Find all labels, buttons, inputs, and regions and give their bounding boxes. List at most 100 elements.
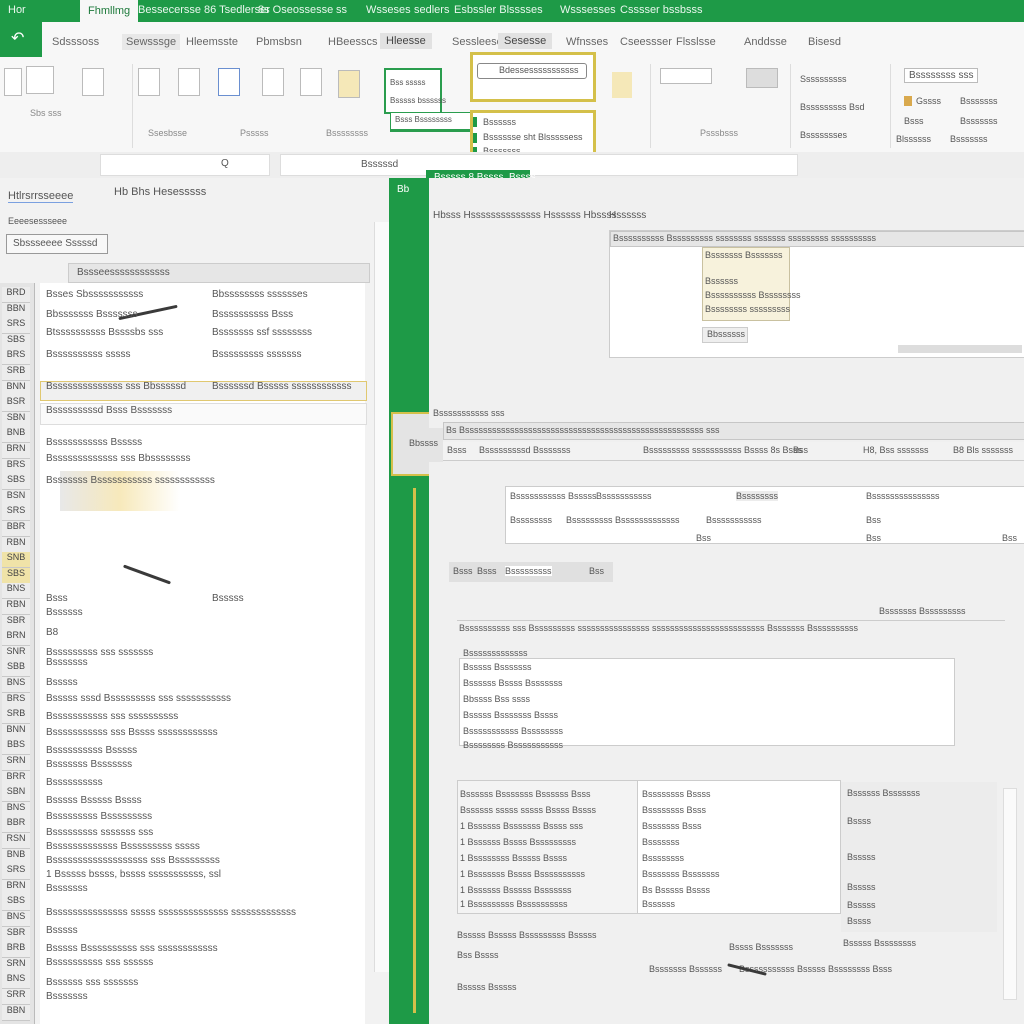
footer-item[interactable]: Bss Bssss — [457, 950, 499, 960]
toolbar-item[interactable]: Bss — [793, 445, 808, 455]
row-header[interactable]: BRN — [2, 630, 30, 647]
name-box[interactable]: Q — [100, 154, 270, 176]
table-cell[interactable]: Bssssssss Bsss — [642, 805, 706, 815]
footer-item[interactable]: Bssss Bsssssss — [729, 942, 793, 952]
list-row-text[interactable]: Btssssssssss Bssssbs sss — [46, 327, 163, 338]
ribbon-tab[interactable]: Sewsssge — [122, 34, 181, 50]
row-header[interactable]: SRR — [2, 989, 30, 1005]
ribbon-tab[interactable]: Cseessser — [620, 36, 672, 48]
ribbon-item[interactable]: Blssssss — [896, 134, 931, 144]
right-col-item[interactable]: Bsssss — [847, 882, 876, 892]
ribbon-tab[interactable]: Hleemsste — [186, 36, 238, 48]
dropdown-footer[interactable]: Bbssssss — [702, 327, 748, 343]
table-cell[interactable]: Bssssss Bsssssss Bssssss Bsss — [460, 789, 591, 799]
ribbon-tab[interactable]: Anddsse — [744, 36, 787, 48]
ribbon-group-title[interactable]: Bssssssss sss — [904, 68, 979, 83]
row-header[interactable]: BNS — [2, 973, 30, 990]
title-item[interactable]: sedlers — [414, 4, 449, 16]
row-header[interactable]: SRB — [2, 708, 30, 725]
list-row-text[interactable]: Bsssssss — [46, 883, 88, 894]
title-item[interactable]: 8s Oseossesse — [258, 4, 333, 16]
row-header[interactable]: BNB — [2, 848, 30, 865]
list-row-text[interactable]: Bssssssssss Bsssss — [46, 745, 137, 756]
yellow-callout-top[interactable]: Bdessesssssssssss — [470, 52, 596, 102]
row-header[interactable]: BNB — [2, 427, 30, 444]
ribbon-item[interactable]: Bssssssses — [800, 130, 847, 140]
ribbon-item[interactable]: Bsss — [904, 116, 924, 126]
list-row-text[interactable]: Bsssssss Bsssssssssss ssssssssssss — [46, 475, 215, 486]
chart-icon[interactable] — [218, 68, 240, 96]
format-icon[interactable] — [262, 68, 284, 96]
title-item[interactable]: Wsseses — [366, 4, 411, 16]
table-cell[interactable]: 1 Bsssssssss Bssssssssss — [460, 899, 568, 909]
row-header[interactable]: RBN — [2, 536, 30, 553]
row-header[interactable]: SRS — [2, 505, 30, 522]
list-item[interactable]: Bsssssssssssss — [463, 648, 528, 658]
ribbon-tab[interactable]: Wfnsses — [566, 36, 608, 48]
ribbon-item[interactable]: Bsssssssss Bsd — [800, 102, 865, 112]
toolbar-item[interactable]: H8, Bss sssssss — [863, 445, 929, 455]
list-row-text[interactable]: Bsssssssss Bsssssssss — [46, 811, 152, 822]
list-row-text[interactable]: Bsssss — [212, 593, 244, 604]
sheet-icon[interactable] — [300, 68, 322, 96]
list-row-text[interactable]: Bsss — [46, 593, 68, 604]
row-header[interactable]: BBR — [2, 817, 30, 834]
ribbon-tab[interactable]: Pbmsbsn — [256, 36, 302, 48]
grid-cell[interactable]: Bsssssssssssssss — [866, 491, 940, 501]
row-header[interactable]: SRN — [2, 957, 30, 974]
lower-tab[interactable]: Bsss — [453, 566, 473, 576]
list-row-text[interactable]: Bsssssssss sssssss — [212, 349, 301, 360]
row-header[interactable]: BBR — [2, 521, 30, 537]
list-row-text[interactable]: Bsssssssssd Bsss Bsssssss — [46, 405, 172, 416]
list-row-text[interactable]: Bsses Sbsssssssssss — [46, 289, 143, 300]
table-cell[interactable]: 1 Bsssssss Bssss Bssssssssss — [460, 869, 585, 879]
row-header[interactable]: SBN — [2, 411, 30, 428]
list-row-text[interactable]: Bsssssss — [46, 657, 88, 668]
title-item[interactable]: Hor — [8, 4, 26, 16]
list-item[interactable]: Bssssss Bssss Bsssssss — [463, 678, 563, 688]
dropdown-item[interactable]: Bssssssssss Bssssssss — [705, 290, 801, 300]
panel-button[interactable]: Sbssseeee Sssssd — [6, 234, 108, 254]
clipboard-icon[interactable] — [26, 66, 54, 94]
footer-item[interactable]: Bsssss Bssssssss — [843, 938, 916, 948]
row-header[interactable]: SBS — [2, 333, 30, 350]
ribbon-tab[interactable]: Sesesse — [498, 33, 553, 49]
row-header[interactable]: RSN — [2, 833, 30, 849]
scrollbar[interactable] — [1003, 788, 1017, 1000]
list-row-text[interactable]: Bsssssssssss sss ssssssssss — [46, 711, 178, 722]
row-header[interactable]: BNS — [2, 677, 30, 693]
row-header[interactable]: BBN — [2, 1004, 30, 1021]
list-row-text[interactable]: Bsssssssssssss sss Bbssssssss — [46, 453, 190, 464]
row-header[interactable]: BRR — [2, 770, 30, 787]
list-row-text[interactable]: Bsssss Bssssssssss sss ssssssssssss — [46, 943, 218, 954]
list-row-text[interactable]: Bsssss — [46, 677, 78, 688]
list-item[interactable]: Bbssss Bss ssss — [463, 694, 530, 704]
ribbon-tab[interactable]: HBeesscs — [328, 36, 378, 48]
table-cell[interactable]: Bsssssss Bsss — [642, 821, 702, 831]
highlight-icon[interactable] — [338, 70, 360, 98]
grid-cell[interactable]: Bss — [866, 515, 881, 525]
style-icon[interactable] — [612, 72, 632, 98]
list-row-text[interactable]: Bsssss sssd Bsssssssss sss sssssssssss — [46, 693, 231, 704]
toolbar-item[interactable]: Bsssssssss sssssssssss Bssss 8s Bsss — [643, 445, 802, 455]
dropdown-item[interactable]: Bsssssss Bsssssss — [705, 250, 783, 260]
footer-item[interactable]: Bsssss Bsssss — [457, 982, 517, 992]
row-header[interactable]: RBN — [2, 599, 30, 615]
row-header[interactable]: BNS — [2, 801, 30, 818]
table-icon[interactable] — [138, 68, 160, 96]
list-item[interactable]: Bsssss Bsssssss — [463, 662, 532, 672]
table-cell[interactable]: Bssssssss — [642, 853, 684, 863]
row-header[interactable]: BSR — [2, 396, 30, 413]
row-header[interactable]: SRB — [2, 365, 30, 381]
toolbar-item[interactable]: Bsssssssssd Bsssssss — [479, 445, 571, 455]
button-icon[interactable] — [746, 68, 778, 88]
ribbon-item[interactable]: Ssssssssss — [800, 74, 847, 84]
list-row-text[interactable]: Bsssssssssssss Bsssssssss sssss — [46, 841, 200, 852]
table-cell[interactable]: 1 Bssssssss Bsssss Bssss — [460, 853, 567, 863]
row-header[interactable]: BBN — [2, 302, 30, 319]
right-col-item[interactable]: Bssss — [847, 916, 871, 926]
grid-cell[interactable]: Bssssssss — [736, 491, 779, 501]
row-header[interactable]: SBS — [2, 895, 30, 912]
ribbon-tab[interactable]: Bisesd — [808, 36, 841, 48]
list-row-text[interactable]: Bssssssssss sss ssssss — [46, 957, 153, 968]
